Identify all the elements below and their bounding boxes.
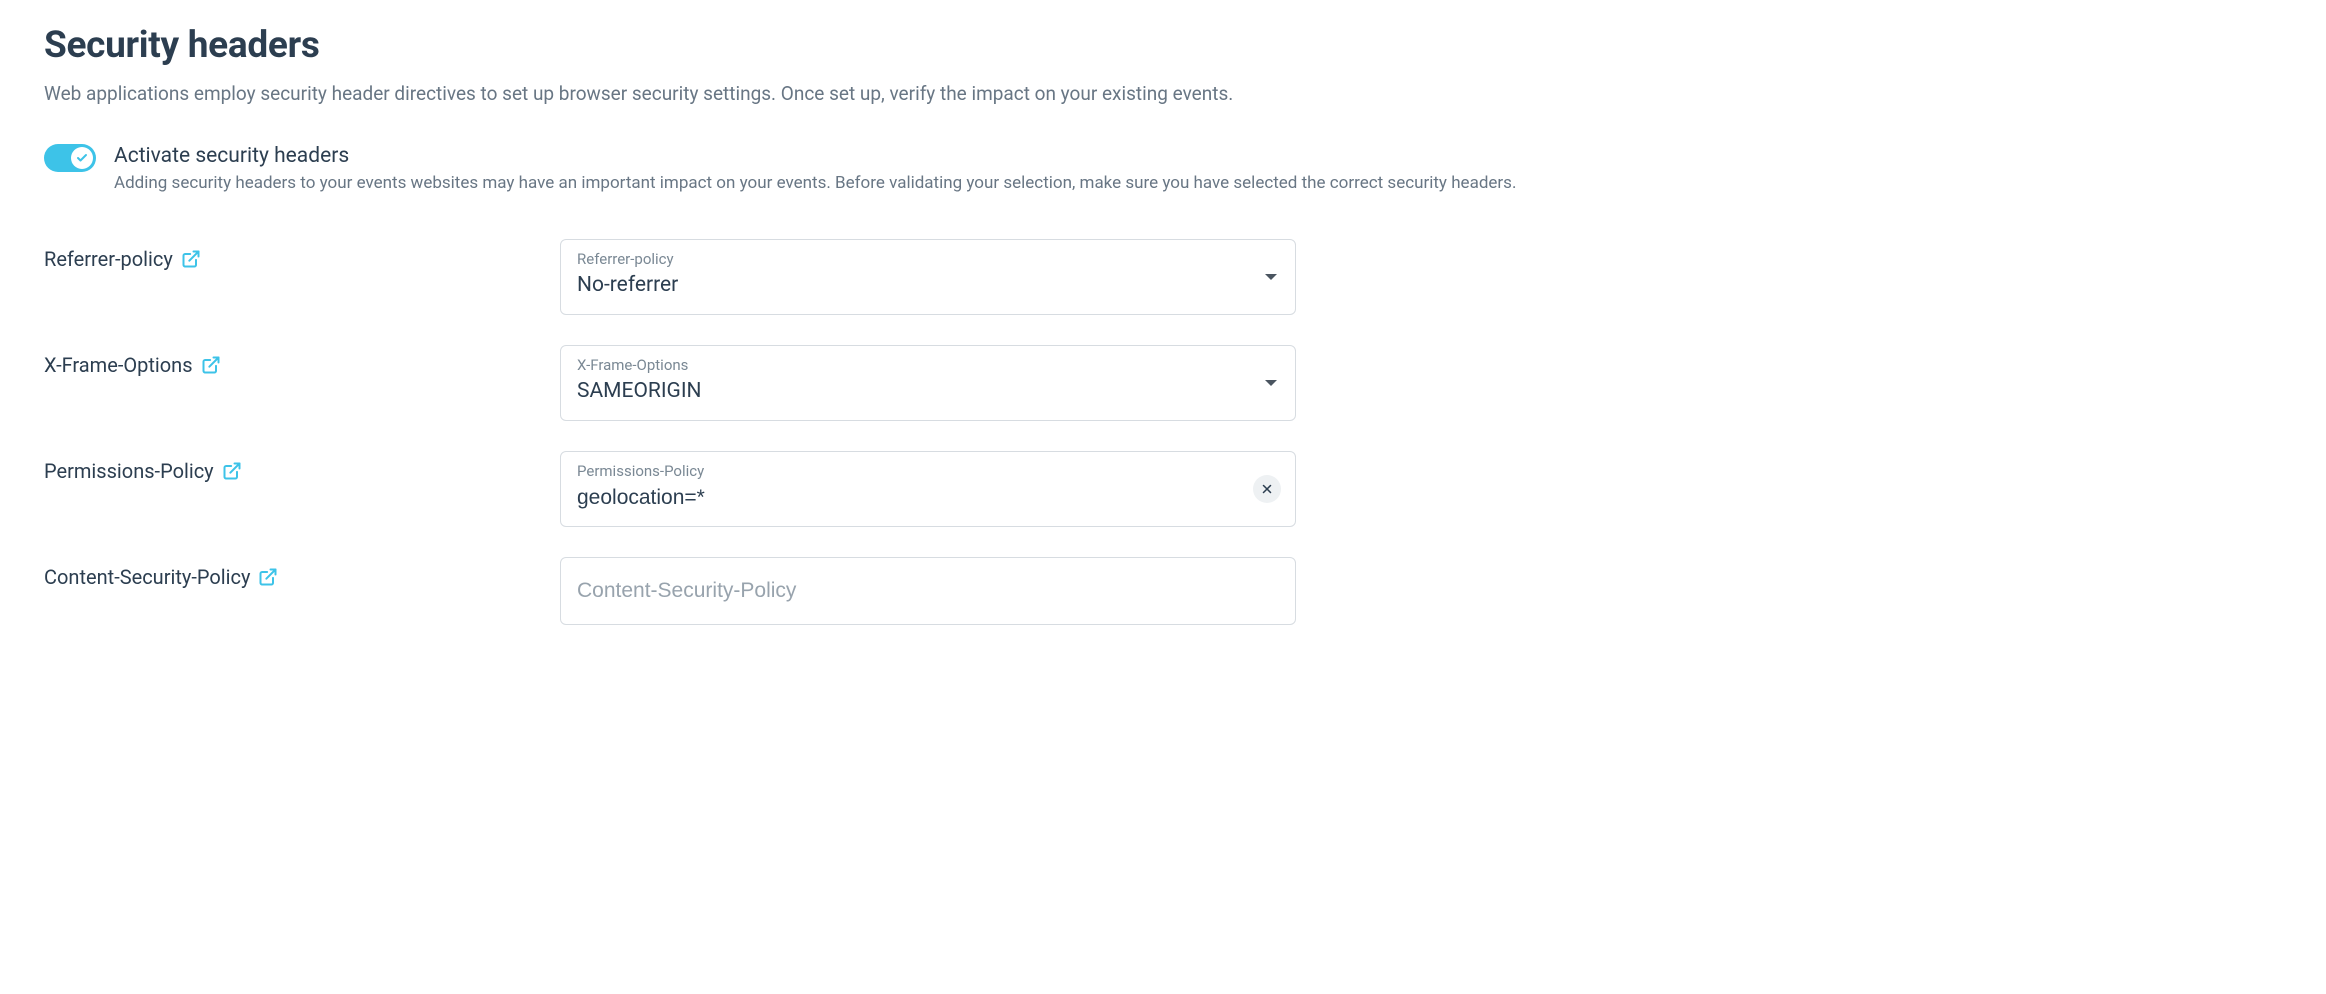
check-icon xyxy=(76,152,88,164)
activate-toggle[interactable] xyxy=(44,144,96,172)
external-link-icon[interactable] xyxy=(222,461,242,481)
input-wrap-permissions-policy: Permissions-Policy xyxy=(560,451,1296,527)
select-value-referrer: No-referrer xyxy=(577,272,1279,299)
label-col-permissions: Permissions-Policy xyxy=(44,451,560,483)
clear-button[interactable] xyxy=(1253,475,1281,503)
external-link-icon[interactable] xyxy=(258,567,278,587)
floating-label-permissions: Permissions-Policy xyxy=(577,462,1279,480)
select-value-xframe: SAMEORIGIN xyxy=(577,378,1279,405)
select-referrer-policy[interactable]: Referrer-policy No-referrer xyxy=(560,239,1296,315)
toggle-subtitle: Adding security headers to your events w… xyxy=(114,172,2282,196)
toggle-text: Activate security headers Adding securit… xyxy=(114,144,2282,196)
toggle-knob xyxy=(71,147,93,169)
row-x-frame-options: X-Frame-Options X-Frame-Options SAMEORIG… xyxy=(44,345,2282,421)
select-x-frame-options[interactable]: X-Frame-Options SAMEORIGIN xyxy=(560,345,1296,421)
label-col-referrer: Referrer-policy xyxy=(44,239,560,271)
row-content-security-policy: Content-Security-Policy xyxy=(44,557,2282,625)
row-permissions-policy: Permissions-Policy Permissions-Policy xyxy=(44,451,2282,527)
label-x-frame-options: X-Frame-Options xyxy=(44,353,193,377)
external-link-icon[interactable] xyxy=(181,249,201,269)
page-title: Security headers xyxy=(44,24,2282,67)
input-wrap-csp xyxy=(560,557,1296,625)
control-col-referrer: Referrer-policy No-referrer xyxy=(560,239,1296,315)
external-link-icon[interactable] xyxy=(201,355,221,375)
control-col-csp xyxy=(560,557,1296,625)
label-content-security-policy: Content-Security-Policy xyxy=(44,565,250,589)
label-col-csp: Content-Security-Policy xyxy=(44,557,560,589)
row-referrer-policy: Referrer-policy Referrer-policy No-refer… xyxy=(44,239,2282,315)
control-col-xframe: X-Frame-Options SAMEORIGIN xyxy=(560,345,1296,421)
activate-toggle-section: Activate security headers Adding securit… xyxy=(44,144,2282,196)
chevron-down-icon xyxy=(1265,380,1277,386)
label-col-xframe: X-Frame-Options xyxy=(44,345,560,377)
chevron-down-icon xyxy=(1265,274,1277,280)
toggle-title: Activate security headers xyxy=(114,144,2282,168)
label-referrer-policy: Referrer-policy xyxy=(44,247,173,271)
input-permissions-policy[interactable] xyxy=(577,484,1279,511)
close-icon xyxy=(1260,482,1274,496)
floating-label-xframe: X-Frame-Options xyxy=(577,356,1279,374)
input-content-security-policy[interactable] xyxy=(577,579,1279,603)
label-permissions-policy: Permissions-Policy xyxy=(44,459,214,483)
floating-label-referrer: Referrer-policy xyxy=(577,250,1279,268)
page-description: Web applications employ security header … xyxy=(44,81,2282,108)
control-col-permissions: Permissions-Policy xyxy=(560,451,1296,527)
